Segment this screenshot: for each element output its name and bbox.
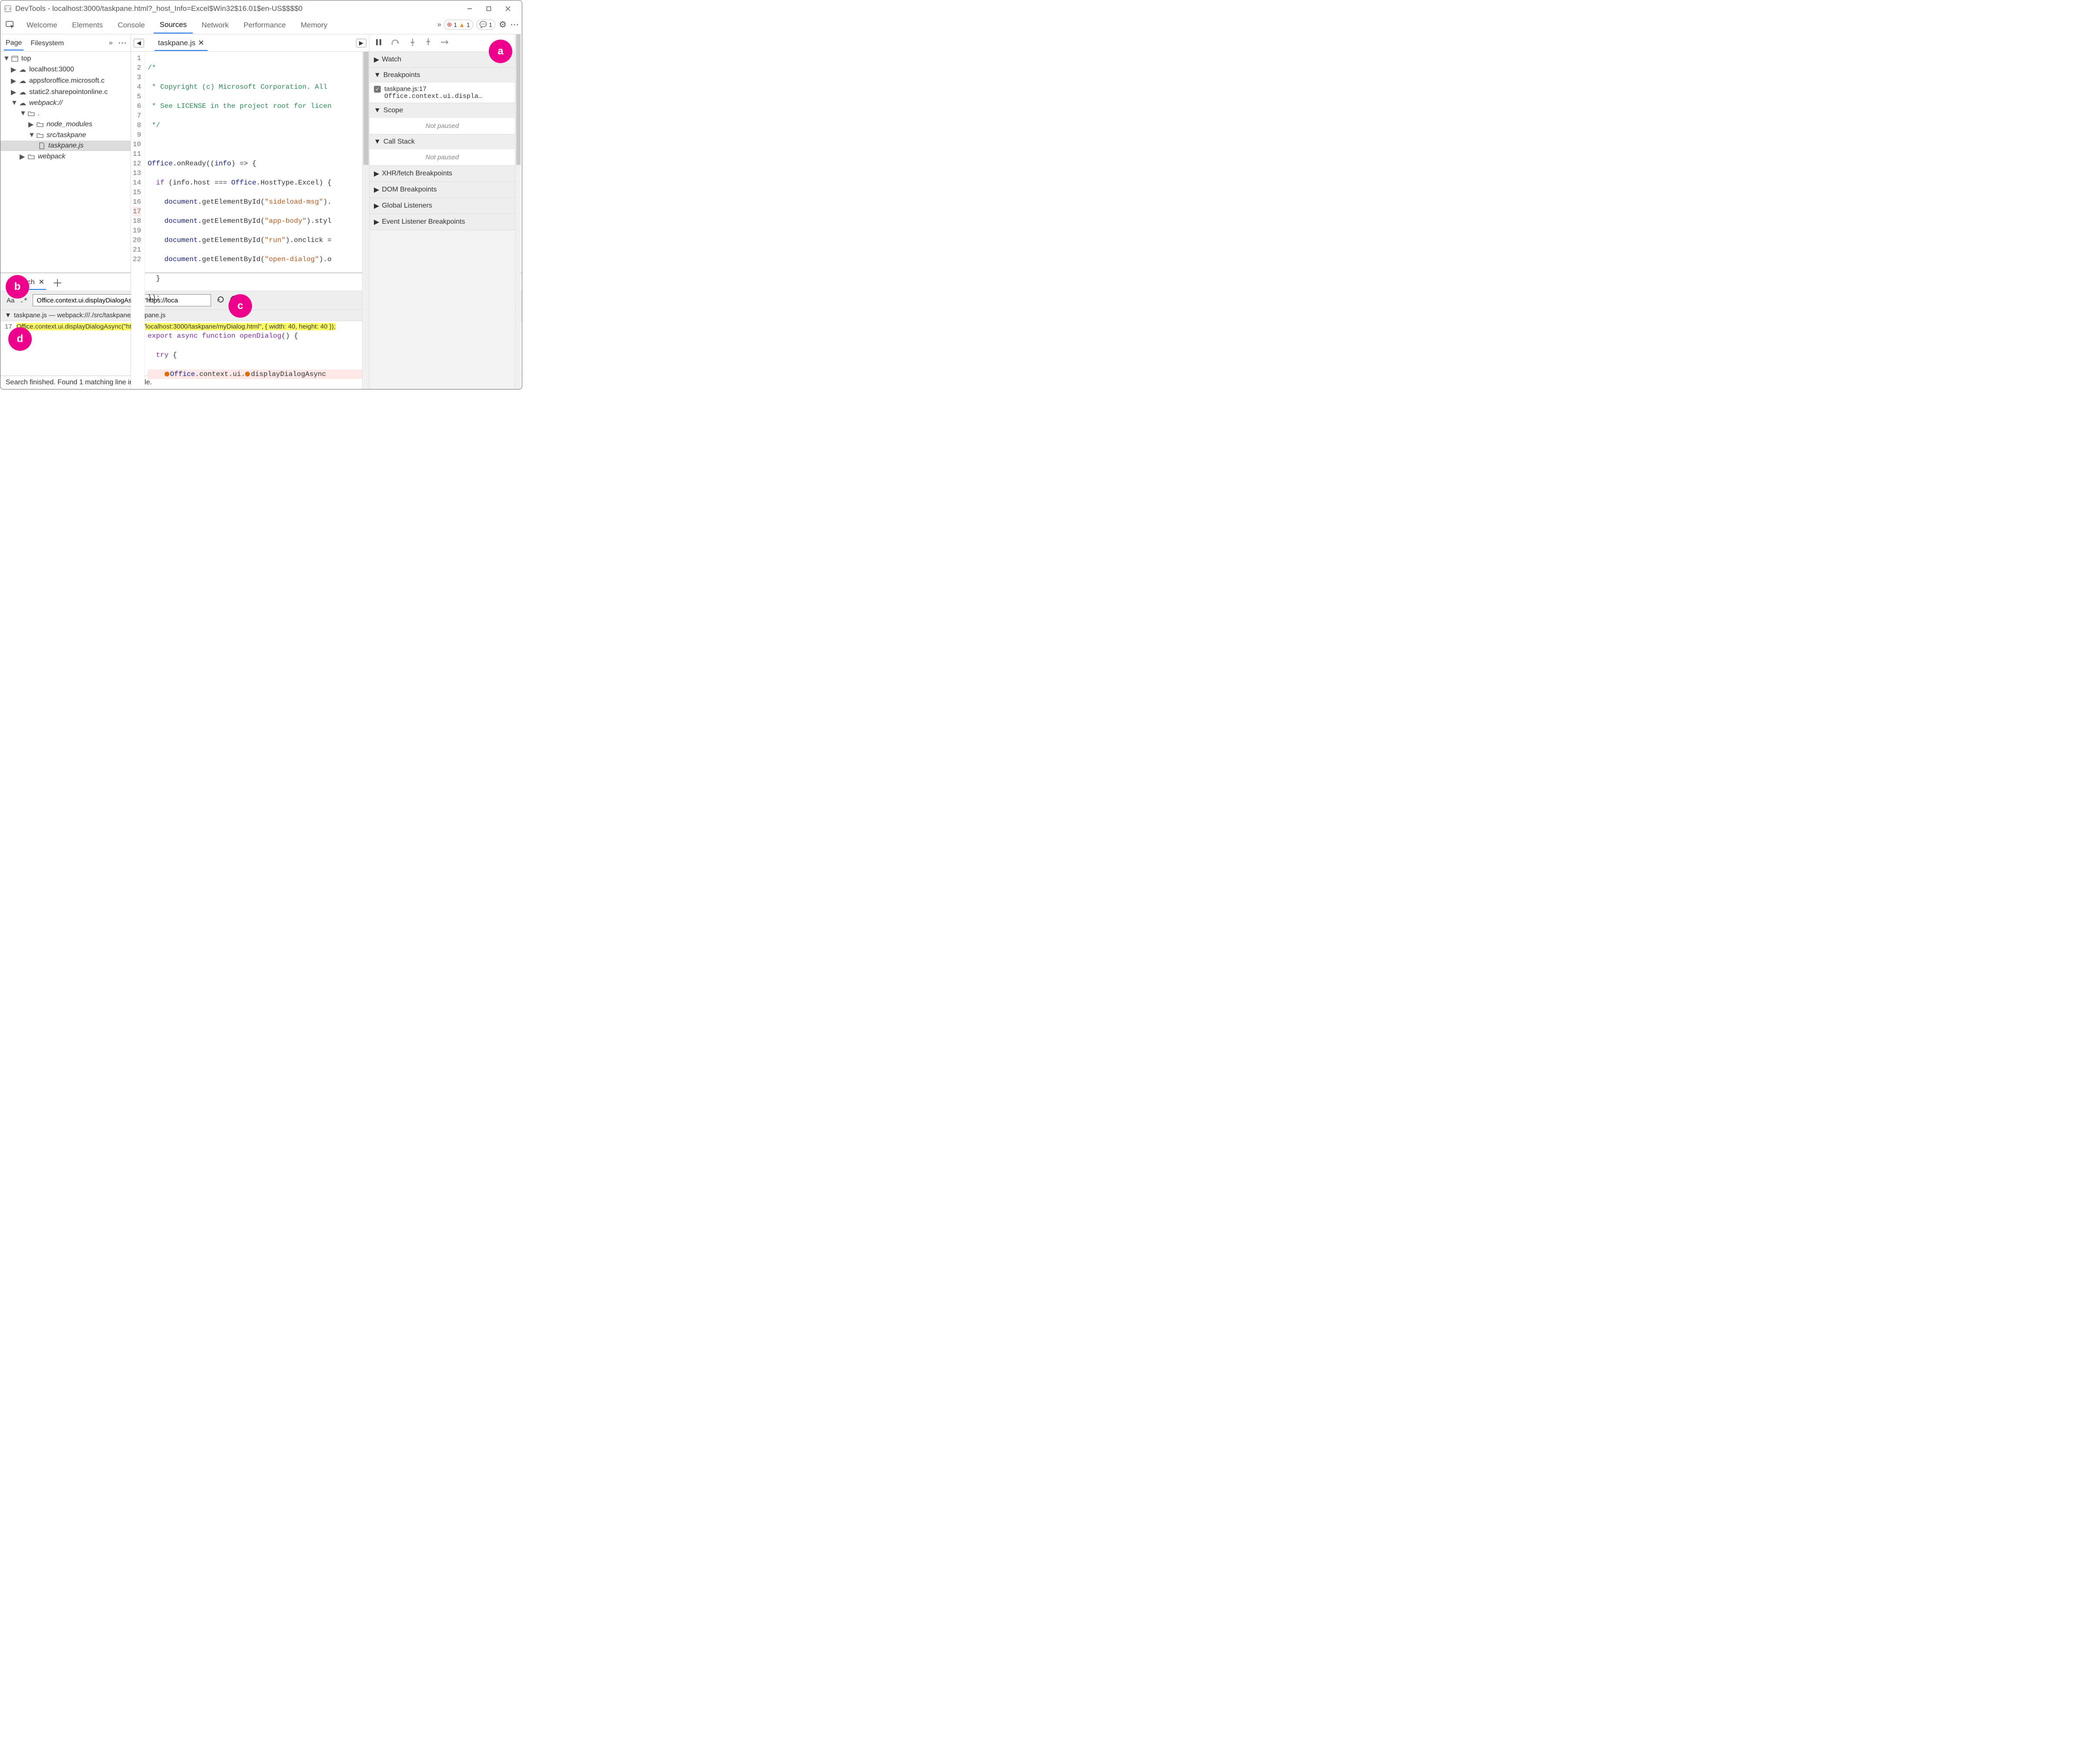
step-over-icon[interactable] (391, 39, 400, 47)
event-listener-breakpoints-section[interactable]: ▶Event Listener Breakpoints (370, 214, 515, 230)
cloud-icon: ☁ (19, 66, 27, 74)
tab-console[interactable]: Console (111, 17, 151, 33)
badge-c: c (228, 294, 252, 318)
folder-icon (36, 121, 44, 128)
breakpoint-dot-icon[interactable] (245, 372, 250, 376)
editor-file-name: taskpane.js (158, 39, 195, 47)
tree-top[interactable]: top (21, 55, 31, 63)
navigator-tab-filesystem[interactable]: Filesystem (29, 36, 65, 50)
navigator-tabs: Page Filesystem » ⋯ (0, 34, 131, 52)
xhr-breakpoints-section[interactable]: ▶XHR/fetch Breakpoints (370, 166, 515, 181)
devtools-app-icon (4, 5, 12, 13)
global-listeners-section[interactable]: ▶Global Listeners (370, 198, 515, 214)
tree-sharepoint[interactable]: static2.sharepointonline.c (29, 88, 108, 96)
tree-node-modules[interactable]: node_modules (47, 121, 92, 128)
tree-dot[interactable]: . (38, 110, 40, 118)
callstack-section[interactable]: ▼Call Stack (370, 134, 515, 149)
debugger-vscroll[interactable] (515, 34, 521, 390)
tab-sources[interactable]: Sources (154, 16, 193, 34)
sources-main: Page Filesystem » ⋯ ▼top ▶☁localhost:300… (0, 34, 522, 273)
step-into-icon[interactable] (410, 38, 416, 48)
inspect-element-icon[interactable] (3, 19, 18, 31)
tree-webpack[interactable]: webpack:// (29, 99, 62, 107)
navigator-overflow-icon[interactable]: » (109, 39, 113, 47)
step-icon[interactable] (441, 39, 450, 47)
editor-header: ◀ taskpane.js ✕ ▶ (131, 34, 369, 52)
hide-navigator-icon[interactable]: ◀ (134, 39, 144, 47)
tree-file-taskpane[interactable]: taskpane.js (48, 142, 84, 150)
tab-memory[interactable]: Memory (295, 17, 333, 33)
debugger-pane: ▶Watch ▼Breakpoints ✓ taskpane.js:17 Off… (370, 34, 521, 390)
messages-chip[interactable]: 💬1 (477, 20, 495, 30)
breakpoint-dot-icon[interactable] (165, 372, 169, 376)
breakpoint-item[interactable]: ✓ taskpane.js:17 (374, 85, 511, 93)
dom-breakpoints-section[interactable]: ▶DOM Breakpoints (370, 182, 515, 198)
cloud-icon: ☁ (19, 77, 27, 85)
tab-elements[interactable]: Elements (66, 17, 109, 33)
breakpoint-checkbox[interactable]: ✓ (374, 86, 381, 93)
tabs-overflow-icon[interactable]: » (437, 21, 441, 29)
message-icon: 💬 (480, 21, 487, 28)
more-menu-icon[interactable]: ⋯ (510, 19, 519, 30)
tab-network[interactable]: Network (195, 17, 235, 33)
tree-webpack-folder[interactable]: webpack (38, 153, 65, 161)
breakpoints-section[interactable]: ▼Breakpoints (370, 68, 515, 83)
badge-a: a (489, 40, 512, 63)
devtools-window: DevTools - localhost:3000/taskpane.html?… (0, 0, 522, 390)
tree-appsforoffice[interactable]: appsforoffice.microsoft.c (29, 77, 104, 85)
code-area[interactable]: 12345678910111213141516171819202122 /* *… (131, 52, 369, 390)
error-icon: ⊗ (447, 21, 452, 28)
breakpoint-file: taskpane.js:17 (384, 85, 427, 93)
editor-pane: ◀ taskpane.js ✕ ▶ 1234567891011121314151… (131, 34, 370, 390)
folder-icon (27, 153, 35, 161)
folder-icon (36, 131, 44, 139)
message-count: 1 (489, 21, 492, 28)
tab-performance[interactable]: Performance (238, 17, 292, 33)
warning-icon: ▲ (459, 21, 465, 28)
errors-warnings-chip[interactable]: ⊗1 ▲1 (444, 20, 473, 30)
file-icon (38, 142, 46, 150)
frame-icon (11, 55, 19, 63)
tree-host[interactable]: localhost:3000 (29, 66, 74, 74)
navigator-more-icon[interactable]: ⋯ (118, 37, 127, 48)
result-line-number: 17 (5, 323, 12, 330)
minimize-button[interactable] (460, 3, 479, 15)
maximize-button[interactable] (479, 3, 498, 15)
devtools-tabs: Welcome Elements Console Sources Network… (0, 15, 522, 34)
folder-icon (27, 110, 35, 118)
scope-section[interactable]: ▼Scope (370, 103, 515, 118)
settings-icon[interactable]: ⚙ (499, 19, 507, 30)
callstack-not-paused: Not paused (370, 149, 515, 165)
editor-vscroll[interactable] (362, 52, 369, 390)
tree-src-taskpane[interactable]: src/taskpane (47, 131, 86, 139)
scope-not-paused: Not paused (370, 118, 515, 134)
close-button[interactable] (498, 3, 517, 15)
line-gutter[interactable]: 12345678910111213141516171819202122 (131, 52, 145, 390)
editor-file-tab[interactable]: taskpane.js ✕ (155, 35, 208, 51)
breakpoint-code: Office.context.ui.displa… (374, 93, 511, 100)
navigator-tab-page[interactable]: Page (4, 36, 24, 50)
window-title: DevTools - localhost:3000/taskpane.html?… (15, 4, 302, 13)
close-file-icon[interactable]: ✕ (198, 39, 204, 47)
badge-d: d (8, 327, 32, 351)
cloud-icon: ☁ (19, 99, 27, 107)
badge-b: b (6, 275, 29, 299)
error-count: 1 (454, 21, 457, 28)
title-bar: DevTools - localhost:3000/taskpane.html?… (0, 0, 522, 15)
warning-count: 1 (467, 21, 470, 28)
close-search-tab-icon[interactable]: ✕ (39, 279, 44, 286)
pause-icon[interactable] (376, 39, 382, 47)
code-text[interactable]: /* * Copyright (c) Microsoft Corporation… (145, 52, 362, 390)
tab-welcome[interactable]: Welcome (20, 17, 64, 33)
step-out-icon[interactable] (425, 38, 431, 48)
cloud-icon: ☁ (19, 88, 27, 96)
new-tab-icon[interactable]: ＋ (52, 275, 63, 290)
hide-debugger-icon[interactable]: ▶ (356, 39, 366, 47)
